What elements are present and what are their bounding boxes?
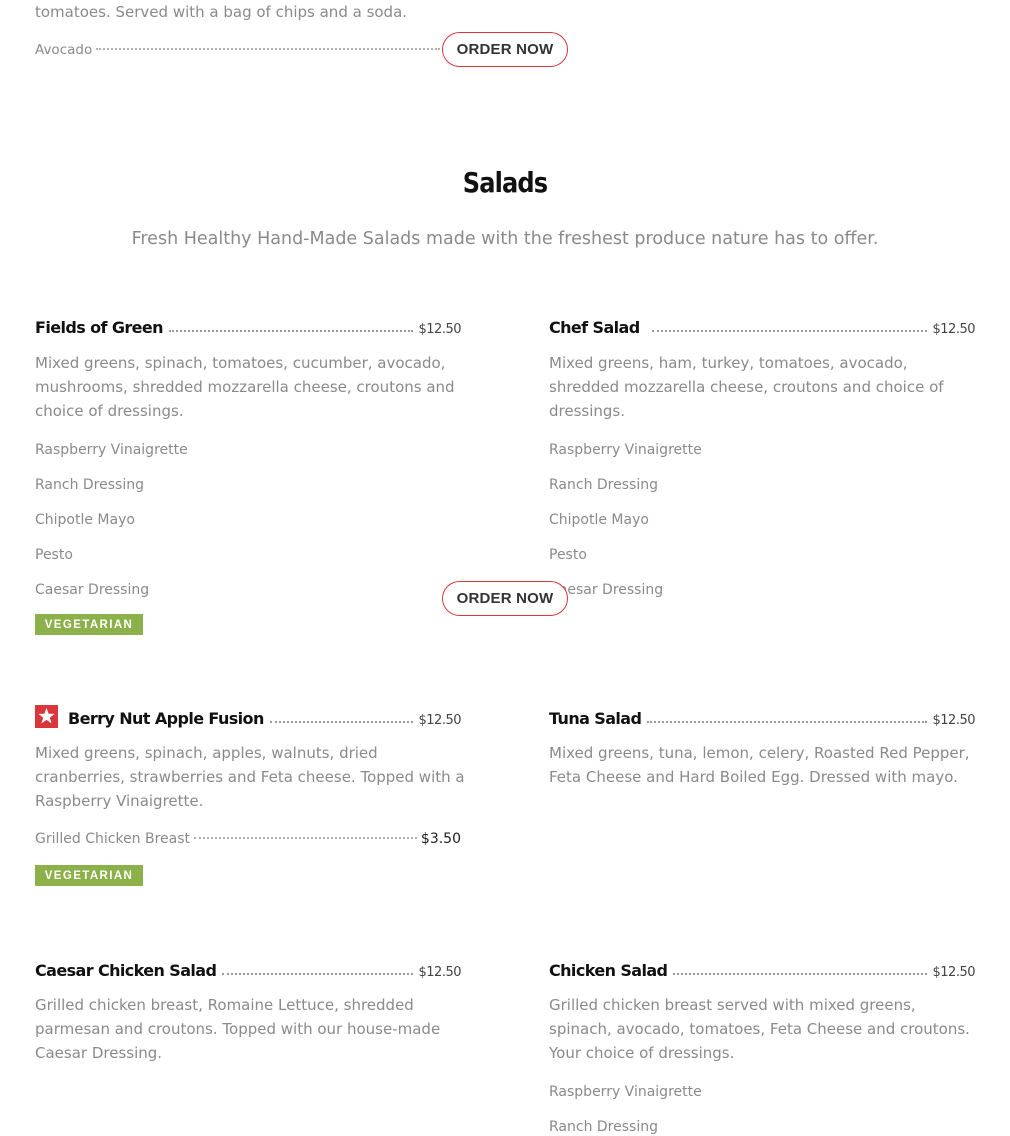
item-price: $12.50	[418, 965, 462, 980]
option-item: Raspberry Vinaigrette	[35, 442, 188, 458]
option-item: Chipotle Mayo	[35, 512, 135, 528]
addon-label: Avocado	[35, 42, 93, 58]
item-name: Chicken Salad	[549, 961, 668, 980]
menu-item-tuna-salad: Tuna Salad $12.50 Mixed greens, tuna, le…	[549, 704, 979, 789]
option-item: Raspberry Vinaigrette	[549, 1084, 702, 1100]
item-description: Mixed greens, tuna, lemon, celery, Roast…	[549, 744, 970, 786]
item-header: Berry Nut Apple Fusion $12.50	[35, 704, 461, 728]
option-item: Pesto	[549, 547, 587, 563]
item-name: Berry Nut Apple Fusion	[68, 709, 264, 728]
dressing-options: Raspberry Vinaigrette Ranch Dressing	[549, 1082, 979, 1136]
previous-item-description: tomatoes. Served with a bag of chips and…	[35, 3, 408, 21]
addon-label: Grilled Chicken Breast	[35, 831, 191, 847]
option-item: Ranch Dressing	[35, 477, 144, 493]
item-header: Chef Salad $12.50	[549, 313, 975, 337]
option-item: Ranch Dressing	[549, 477, 658, 493]
option-item: Chipotle Mayo	[549, 512, 649, 528]
option-item: Ranch Dressing	[549, 1119, 658, 1135]
dot-leader	[96, 48, 441, 50]
item-name: Fields of Green	[35, 318, 164, 337]
addon-row: Grilled Chicken Breast $3.50	[35, 831, 461, 851]
item-price: $12.50	[418, 322, 462, 337]
section-subtitle: Fresh Healthy Hand-Made Salads made with…	[131, 229, 879, 249]
star-icon	[35, 705, 58, 728]
dot-leader	[194, 837, 417, 839]
vegetarian-badge: VEGETARIAN	[35, 865, 143, 886]
item-price: $12.50	[932, 965, 976, 980]
option-item: Raspberry Vinaigrette	[549, 442, 702, 458]
dot-leader	[647, 721, 927, 723]
menu-item-fields-of-green: Fields of Green $12.50 Mixed greens, spi…	[35, 313, 465, 635]
item-name: Caesar Chicken Salad	[35, 961, 217, 980]
menu-item-caesar-chicken-salad: Caesar Chicken Salad $12.50 Grilled chic…	[35, 956, 465, 1065]
menu-item-berry-nut-apple-fusion: Berry Nut Apple Fusion $12.50 Mixed gree…	[35, 704, 465, 886]
item-price: $12.50	[932, 713, 976, 728]
dressing-options: Raspberry Vinaigrette Ranch Dressing Chi…	[549, 440, 979, 615]
item-description: Mixed greens, spinach, tomatoes, cucumbe…	[35, 354, 455, 420]
dressing-options: Raspberry Vinaigrette Ranch Dressing Chi…	[35, 440, 465, 615]
item-name: Tuna Salad	[549, 709, 642, 728]
order-now-button[interactable]: ORDER NOW	[442, 581, 568, 616]
section-title: Salads	[462, 166, 548, 199]
vegetarian-badge: VEGETARIAN	[35, 614, 143, 635]
option-item: Caesar Dressing	[549, 582, 664, 598]
item-description: Mixed greens, spinach, apples, walnuts, …	[35, 744, 465, 810]
item-header: Fields of Green $12.50	[35, 313, 461, 337]
item-description: Grilled chicken breast served with mixed…	[549, 996, 970, 1062]
dot-leader	[673, 973, 927, 975]
item-description: Mixed greens, ham, turkey, tomatoes, avo…	[549, 354, 944, 420]
option-item: Caesar Dressing	[35, 582, 150, 598]
order-now-button[interactable]: ORDER NOW	[442, 32, 568, 67]
previous-item-addon-row: Avocado $1	[35, 42, 461, 62]
item-price: $12.50	[932, 322, 976, 337]
dot-leader	[651, 330, 927, 332]
item-name: Chef Salad	[549, 318, 640, 337]
item-header: Caesar Chicken Salad $12.50	[35, 956, 461, 980]
item-price: $12.50	[418, 713, 462, 728]
item-header: Tuna Salad $12.50	[549, 704, 975, 728]
item-description: Grilled chicken breast, Romaine Lettuce,…	[35, 996, 441, 1062]
dot-leader	[168, 330, 413, 332]
addon-price: $3.50	[420, 831, 461, 847]
option-item: Pesto	[35, 547, 73, 563]
dot-leader	[269, 721, 413, 723]
dot-leader	[222, 973, 413, 975]
menu-item-chef-salad: Chef Salad $12.50 Mixed greens, ham, tur…	[549, 313, 979, 615]
menu-item-chicken-salad: Chicken Salad $12.50 Grilled chicken bre…	[549, 956, 979, 1136]
item-header: Chicken Salad $12.50	[549, 956, 975, 980]
